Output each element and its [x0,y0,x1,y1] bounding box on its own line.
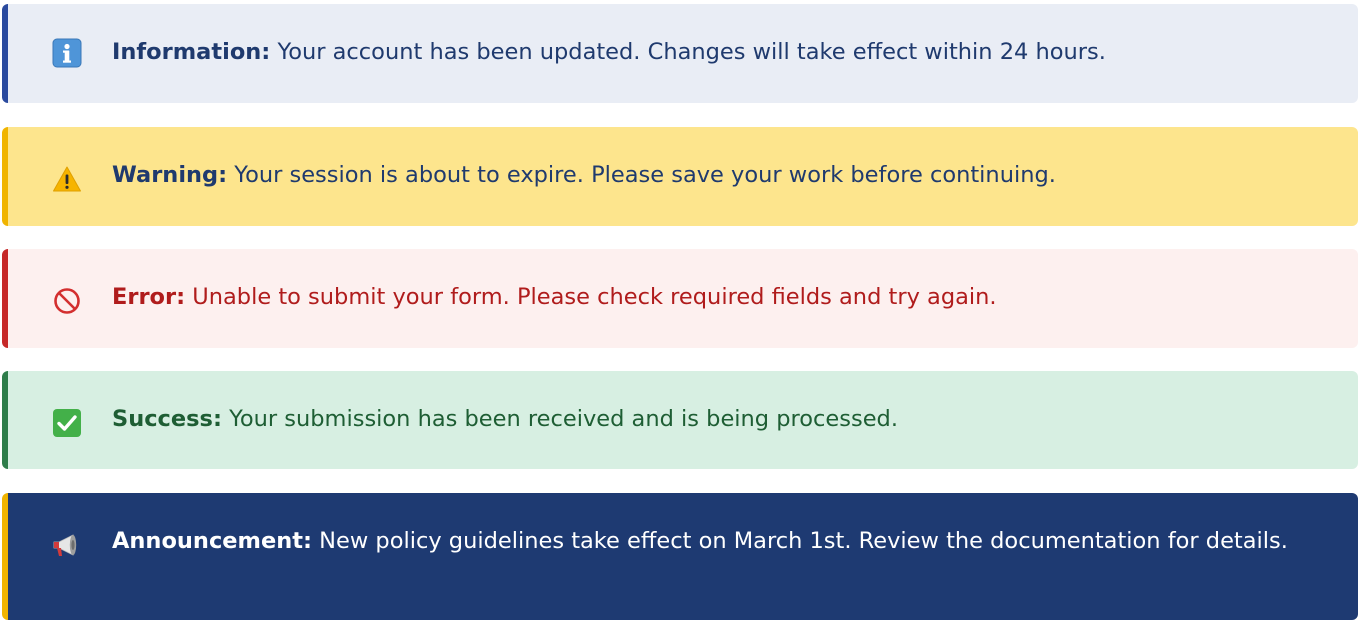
alert-information-message: Your account has been updated. Changes w… [270,39,1106,65]
alert-information: Information: Your account has been updat… [2,4,1358,103]
alert-information-text: Information: Your account has been updat… [112,34,1106,71]
alert-warning-text: Warning: Your session is about to expire… [112,157,1056,194]
alert-success-message: Your submission has been received and is… [221,406,898,432]
megaphone-icon [50,525,84,559]
alert-success-title: Success: [112,406,222,432]
alert-error: Error: Unable to submit your form. Pleas… [2,249,1358,348]
alert-success: Success: Your submission has been receiv… [2,371,1358,469]
alert-error-text: Error: Unable to submit your form. Pleas… [112,279,997,316]
info-icon [50,36,84,70]
check-mark-icon [50,403,84,437]
alert-warning-title: Warning: [112,162,228,188]
alert-success-text: Success: Your submission has been receiv… [112,401,898,438]
alert-announcement-title: Announcement: [112,528,313,554]
alert-announcement-message: New policy guidelines take effect on Mar… [312,528,1288,554]
alert-warning-message: Your session is about to expire. Please … [227,162,1056,188]
alert-error-title: Error: [112,284,186,310]
alert-announcement: Announcement: New policy guidelines take… [2,493,1358,620]
alert-information-title: Information: [112,39,271,65]
alert-error-message: Unable to submit your form. Please check… [185,284,997,310]
warning-icon [50,159,84,193]
alert-warning: Warning: Your session is about to expire… [2,127,1358,226]
prohibited-icon [50,281,84,315]
alert-announcement-text: Announcement: New policy guidelines take… [112,523,1288,560]
